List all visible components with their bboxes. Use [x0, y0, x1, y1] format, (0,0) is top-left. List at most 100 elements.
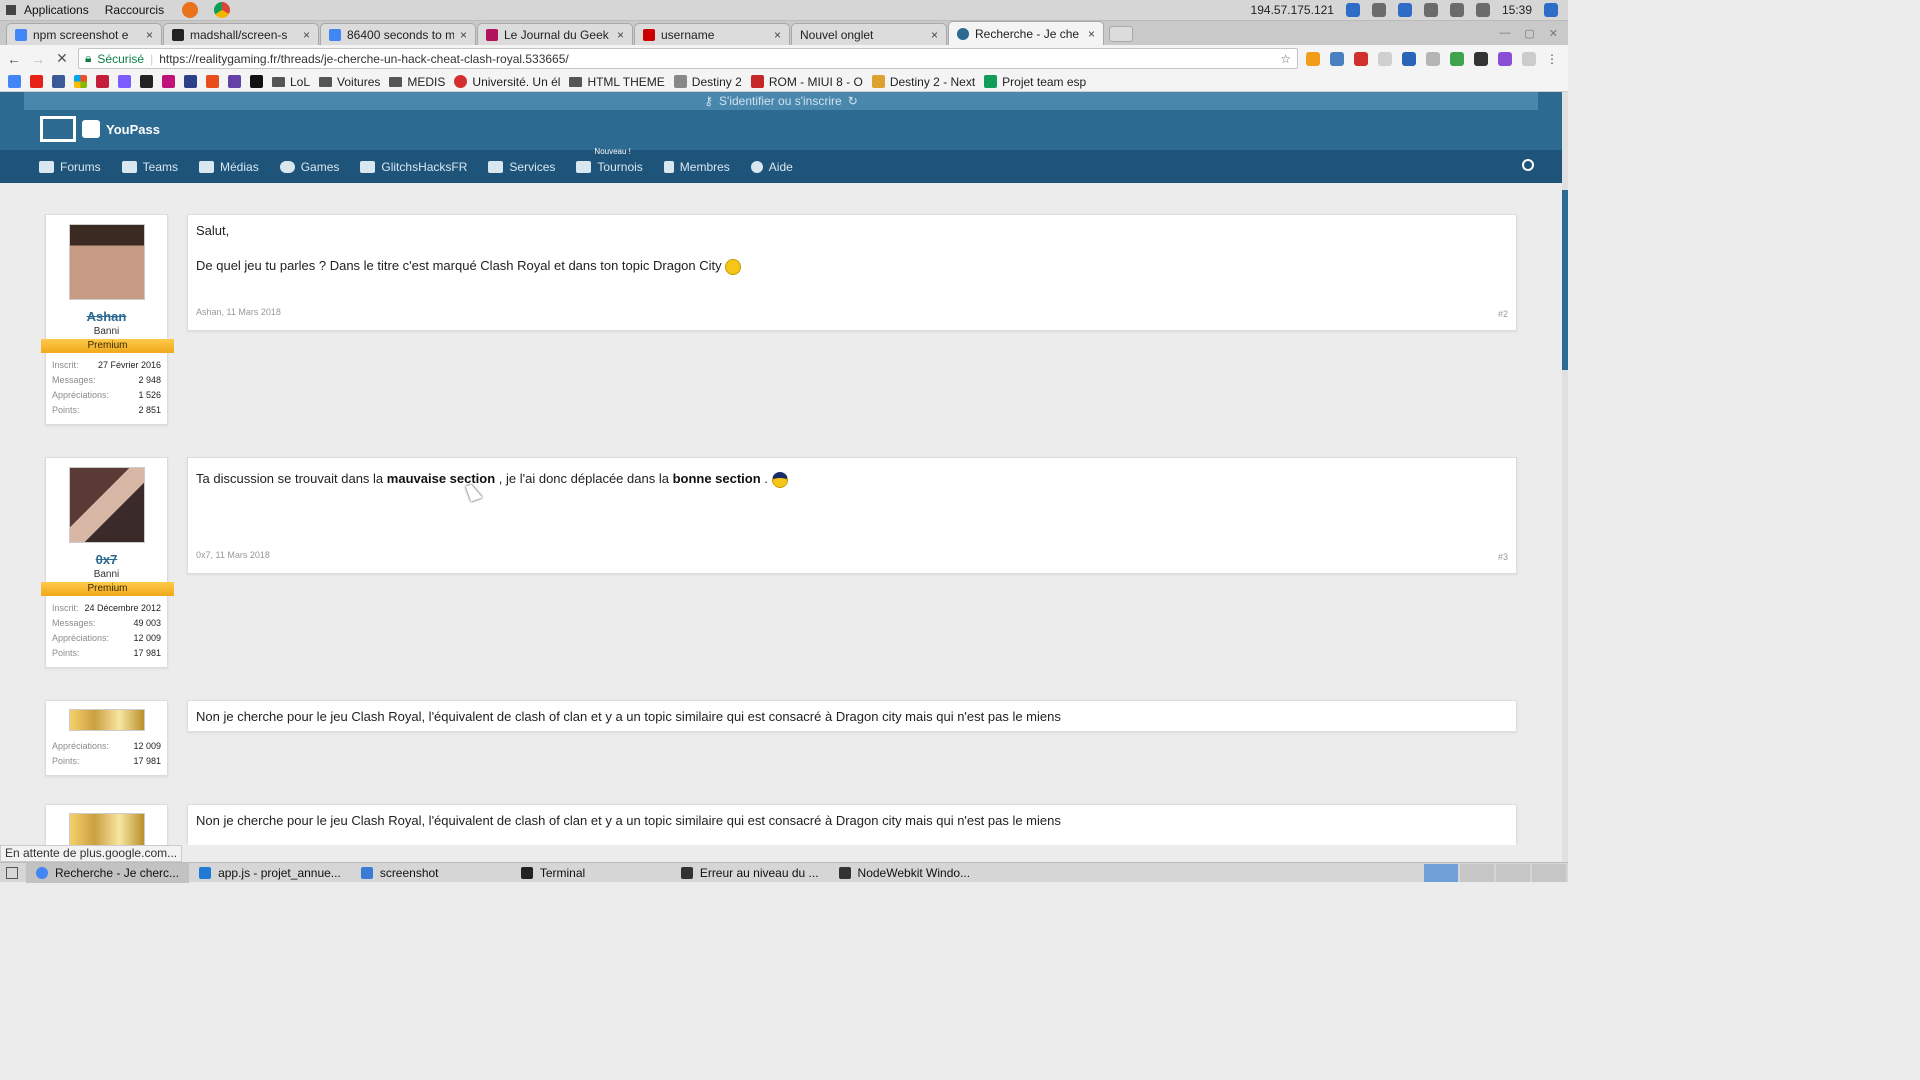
post-meta[interactable]: Ashan, 11 Mars 2018: [196, 307, 281, 317]
extension-icon[interactable]: [1378, 51, 1392, 66]
taskbar-chrome[interactable]: Recherche - Je cherc...: [26, 862, 190, 883]
taskbar-terminal[interactable]: Terminal: [511, 863, 671, 883]
username[interactable]: Ashan: [46, 309, 167, 324]
bookmark-icon[interactable]: [184, 75, 197, 88]
workspace-2[interactable]: [1460, 863, 1494, 882]
extension-icon[interactable]: [1330, 51, 1344, 66]
nav-glitchshacksfr[interactable]: GlitchsHacksFR: [360, 160, 467, 174]
nav-teams[interactable]: Teams: [121, 160, 178, 174]
tab-npm-screenshot[interactable]: npm screenshot e ×: [6, 23, 162, 45]
bookmark-medis[interactable]: MEDIS: [389, 75, 445, 89]
bookmark-lol[interactable]: LoL: [272, 75, 310, 89]
bookmark-icon[interactable]: [162, 75, 175, 88]
bookmark-icon[interactable]: [118, 75, 131, 88]
bookmark-icon[interactable]: [250, 75, 263, 88]
shortcuts-menu[interactable]: Raccourcis: [101, 3, 172, 17]
extension-icon[interactable]: [1426, 51, 1440, 66]
bookmark-projet-team[interactable]: Projet team esp: [984, 75, 1086, 89]
bookmark-html-theme[interactable]: HTML THEME: [569, 75, 665, 89]
bookmark-voitures[interactable]: Voitures: [319, 75, 380, 89]
bookmark-icon[interactable]: [206, 75, 219, 88]
bookmark-icon[interactable]: [140, 75, 153, 88]
firefox-icon[interactable]: [182, 2, 199, 18]
show-desktop-icon[interactable]: [6, 866, 18, 879]
extension-icon[interactable]: [1498, 51, 1512, 66]
youtube-icon[interactable]: [30, 75, 43, 88]
avatar[interactable]: [68, 813, 145, 845]
avatar[interactable]: [68, 709, 145, 731]
volume-icon[interactable]: [1475, 3, 1490, 17]
tab-github[interactable]: madshall/screen-s ×: [163, 23, 319, 45]
avatar[interactable]: [68, 467, 145, 543]
close-tab-icon[interactable]: ×: [617, 28, 624, 42]
bookmark-universite[interactable]: Université. Un él: [454, 75, 560, 89]
close-tab-icon[interactable]: ×: [1088, 27, 1095, 41]
bookmark-star-icon[interactable]: ☆: [1280, 52, 1291, 66]
url-input[interactable]: 🔒︎ Sécurisé | https://realitygaming.fr/t…: [78, 48, 1298, 69]
workspace-1[interactable]: [1424, 863, 1458, 882]
menu-kebab-icon[interactable]: ⋮: [1546, 52, 1558, 66]
nav-medias[interactable]: Médias: [199, 160, 259, 174]
new-tab-button[interactable]: [1109, 26, 1133, 42]
bookmark-icon[interactable]: [96, 75, 109, 88]
nav-membres[interactable]: Membres: [663, 160, 730, 174]
extension-icon[interactable]: [1522, 51, 1536, 66]
tab-86400-seconds[interactable]: 86400 seconds to m ×: [320, 23, 476, 45]
back-icon[interactable]: ←: [6, 51, 22, 67]
nav-tournois[interactable]: Nouveau ! Tournois: [576, 147, 643, 174]
login-link[interactable]: ⚷ S'identifier ou s'inscrire ↻: [24, 92, 1538, 110]
avatar[interactable]: [68, 224, 145, 300]
chrome-icon[interactable]: [214, 2, 231, 18]
taskbar-nodewebkit[interactable]: NodeWebkit Windo...: [829, 863, 981, 883]
search-icon[interactable]: [1522, 159, 1534, 171]
bookmark-destiny-2-next[interactable]: Destiny 2 - Next: [871, 75, 975, 89]
close-tab-icon[interactable]: ×: [146, 28, 153, 42]
windows-icon[interactable]: [74, 75, 87, 88]
post-meta[interactable]: 0x7, 11 Mars 2018: [196, 550, 270, 560]
tab-username[interactable]: username ×: [634, 23, 790, 45]
scrollbar-thumb[interactable]: [1562, 190, 1568, 370]
window-icon[interactable]: [1371, 3, 1386, 17]
link-mauvaise-section[interactable]: mauvaise section: [387, 471, 495, 486]
battery-icon[interactable]: [1449, 3, 1464, 17]
taskbar-screenshot[interactable]: screenshot: [351, 863, 511, 883]
taskbar-error-window[interactable]: Erreur au niveau du ...: [671, 863, 829, 883]
bookmark-destiny-2[interactable]: Destiny 2: [673, 75, 742, 89]
close-tab-icon[interactable]: ×: [303, 28, 310, 42]
minimize-icon[interactable]: —: [1499, 27, 1510, 40]
mail-icon[interactable]: [1423, 3, 1438, 17]
close-window-icon[interactable]: ✕: [1549, 27, 1558, 40]
extension-icon[interactable]: [1306, 51, 1320, 66]
tab-recherche-active[interactable]: Recherche - Je che ×: [948, 21, 1104, 45]
link-bonne-section[interactable]: bonne section: [673, 471, 761, 486]
nav-services[interactable]: Services: [488, 160, 555, 174]
tab-new-tab[interactable]: Nouvel onglet ×: [791, 23, 947, 45]
maximize-icon[interactable]: ▢: [1524, 27, 1534, 40]
nav-games[interactable]: Games: [279, 160, 339, 174]
twitch-icon[interactable]: [228, 75, 241, 88]
nav-aide[interactable]: Aide: [750, 160, 793, 174]
nav-forums[interactable]: Forums: [39, 160, 101, 174]
username[interactable]: 0x7: [46, 552, 167, 567]
taskbar-vscode[interactable]: app.js - projet_annue...: [189, 863, 351, 883]
bookmark-rom-miui[interactable]: ROM - MIUI 8 - O: [750, 75, 863, 89]
extension-icon[interactable]: [1450, 51, 1464, 66]
post-number[interactable]: #3: [1498, 552, 1508, 562]
extension-icon[interactable]: [1402, 51, 1416, 66]
workspace-3[interactable]: [1496, 863, 1530, 882]
facebook-icon[interactable]: [52, 75, 65, 88]
tab-journal-du-geek[interactable]: Le Journal du Geek ×: [477, 23, 633, 45]
workspace-4[interactable]: [1532, 863, 1566, 882]
site-logo[interactable]: YouPass: [40, 116, 160, 142]
post-number[interactable]: #2: [1498, 309, 1508, 319]
bluetooth-icon[interactable]: [1397, 3, 1412, 17]
stop-icon[interactable]: ✕: [54, 50, 70, 67]
user-icon[interactable]: [1544, 3, 1558, 17]
extension-icon[interactable]: [1474, 51, 1488, 66]
network-icon[interactable]: [1345, 3, 1360, 17]
extension-icon[interactable]: [1354, 51, 1368, 66]
google-icon[interactable]: [8, 75, 21, 88]
forward-icon[interactable]: →: [30, 51, 46, 67]
close-tab-icon[interactable]: ×: [931, 28, 938, 42]
applications-menu[interactable]: Applications: [20, 3, 97, 17]
